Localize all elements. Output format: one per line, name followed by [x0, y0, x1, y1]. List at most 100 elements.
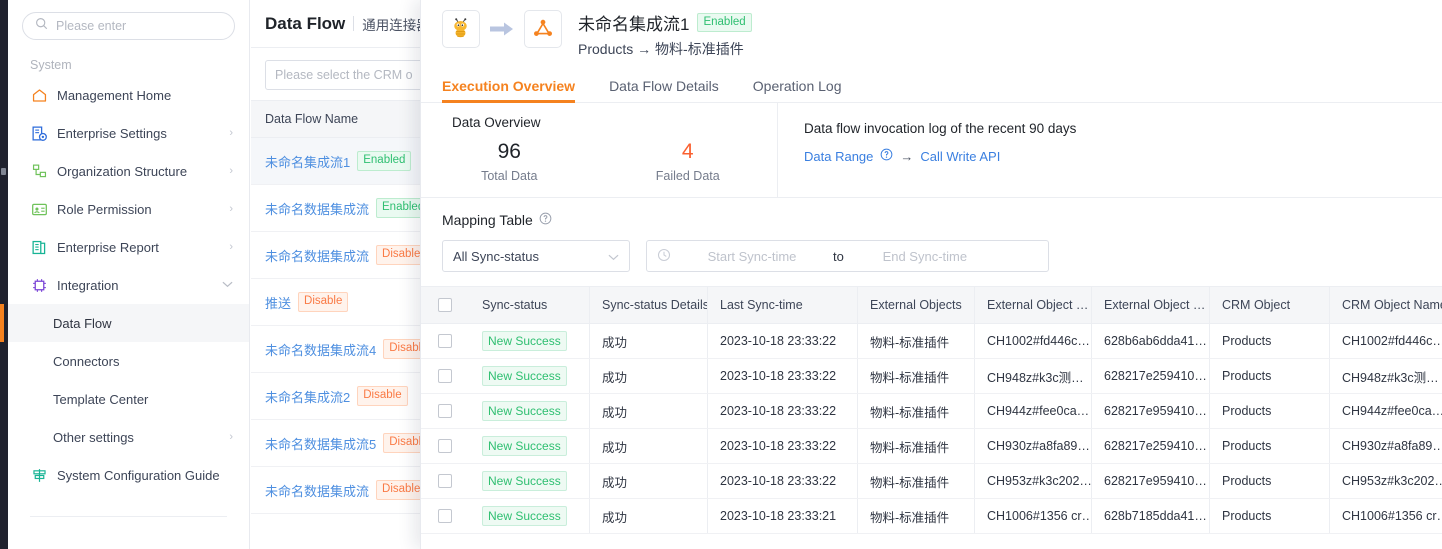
cell-crm-object: Products	[1210, 429, 1330, 463]
col-header-last-sync-time: Last Sync-time	[708, 286, 858, 324]
sidebar-item-role-permission[interactable]: Role Permission ›	[8, 190, 249, 228]
tab-operation-log[interactable]: Operation Log	[753, 78, 842, 102]
list-item[interactable]: 未命名数据集成流5 Disable	[251, 420, 442, 467]
cell-sync-status-details: 成功	[590, 324, 708, 358]
table-row[interactable]: New Success 成功 2023-10-18 23:33:21 物料-标准…	[420, 499, 1442, 534]
integration-icon	[30, 276, 48, 294]
sidebar-item-enterprise-report[interactable]: Enterprise Report ›	[8, 228, 249, 266]
list-item-name: 未命名数据集成流	[265, 199, 369, 218]
clock-icon	[657, 248, 671, 265]
sidebar-item-data-flow[interactable]: Data Flow	[8, 304, 249, 342]
list-item[interactable]: 未命名集成流1 Enabled	[251, 138, 442, 185]
failed-data-stat: 4 Failed Data	[599, 140, 778, 183]
config-guide-icon	[30, 466, 48, 484]
range-to-label: to	[833, 249, 844, 264]
cell-crm-object: Products	[1210, 359, 1330, 393]
cell-external-object-b: 628b6ab6dda41…	[1092, 324, 1210, 358]
enterprise-settings-icon	[30, 124, 48, 142]
cell-sync-status: New Success	[470, 429, 590, 463]
row-select-cell	[420, 464, 470, 498]
list-item[interactable]: 未命名集成流2 Disable	[251, 373, 442, 420]
cell-external-objects: 物料-标准插件	[858, 324, 975, 358]
select-all-checkbox[interactable]	[438, 298, 452, 312]
tab-data-flow-details[interactable]: Data Flow Details	[609, 78, 719, 102]
cell-external-object-b: 628b7185dda41…	[1092, 499, 1210, 533]
sidebar-item-integration[interactable]: Integration	[8, 266, 249, 304]
row-checkbox[interactable]	[438, 404, 452, 418]
cell-sync-status-details: 成功	[590, 429, 708, 463]
table-row[interactable]: New Success 成功 2023-10-18 23:33:22 物料-标准…	[420, 464, 1442, 499]
app-root: Please enter System Management Home	[0, 0, 1442, 549]
list-column-head-name: Data Flow Name	[251, 100, 442, 138]
sidebar-item-connectors[interactable]: Connectors	[8, 342, 249, 380]
question-circle-icon[interactable]	[880, 148, 893, 164]
mapping-filters: All Sync-status Start Sync-time to End S…	[442, 240, 1442, 272]
chevron-right-icon: ›	[229, 128, 233, 139]
sync-time-range-picker[interactable]: Start Sync-time to End Sync-time	[646, 240, 1049, 272]
crm-object-filter-input[interactable]: Please select the CRM o	[265, 60, 428, 90]
table-row[interactable]: New Success 成功 2023-10-18 23:33:22 物料-标准…	[420, 359, 1442, 394]
sync-status-badge: New Success	[482, 436, 567, 456]
cell-external-objects: 物料-标准插件	[858, 429, 975, 463]
list-item[interactable]: 推送 Disable	[251, 279, 442, 326]
cell-external-objects: 物料-标准插件	[858, 394, 975, 428]
sidebar-item-template-center[interactable]: Template Center	[8, 380, 249, 418]
list-column-header: Data Flow 通用连接器	[251, 0, 442, 48]
failed-data-value[interactable]: 4	[599, 140, 778, 164]
row-checkbox[interactable]	[438, 439, 452, 453]
list-item[interactable]: 未命名数据集成流 Disable	[251, 467, 442, 514]
row-select-cell	[420, 429, 470, 463]
question-circle-icon[interactable]	[539, 212, 552, 228]
cell-external-objects: 物料-标准插件	[858, 359, 975, 393]
panel-status-badge: Enabled	[697, 13, 751, 33]
row-checkbox[interactable]	[438, 474, 452, 488]
sync-status-select[interactable]: All Sync-status	[442, 240, 630, 272]
chevron-right-icon: ›	[229, 204, 233, 215]
start-sync-time-input[interactable]: Start Sync-time	[677, 249, 827, 264]
data-range-link[interactable]: Data Range	[804, 149, 873, 164]
end-sync-time-input[interactable]: End Sync-time	[850, 249, 1000, 264]
cell-crm-object-name: CH944z#fee0ca…	[1330, 394, 1442, 428]
rail-collapse-handle[interactable]	[1, 168, 6, 175]
table-row[interactable]: New Success 成功 2023-10-18 23:33:22 物料-标准…	[420, 429, 1442, 464]
search-icon	[35, 17, 48, 35]
cell-sync-status: New Success	[470, 359, 590, 393]
list-item[interactable]: 未命名数据集成流 Disable	[251, 232, 442, 279]
cell-crm-object: Products	[1210, 394, 1330, 428]
cell-sync-status: New Success	[470, 394, 590, 428]
panel-title: 未命名集成流1	[578, 10, 689, 35]
cell-external-object-b: 628217e959410…	[1092, 394, 1210, 428]
role-permission-icon	[30, 200, 48, 218]
cell-external-object-a: CH953z#k3c202…	[975, 464, 1092, 498]
list-item[interactable]: 未命名数据集成流4 Disable	[251, 326, 442, 373]
list-item[interactable]: 未命名数据集成流 Enabled	[251, 185, 442, 232]
sidebar-item-system-configuration-guide[interactable]: System Configuration Guide	[8, 456, 249, 494]
list-item-name: 未命名数据集成流	[265, 481, 369, 500]
tab-execution-overview[interactable]: Execution Overview	[442, 78, 575, 102]
search-input[interactable]: Please enter	[22, 12, 235, 40]
sidebar-item-organization-structure[interactable]: Organization Structure ›	[8, 152, 249, 190]
cell-external-object-a: CH930z#a8fa89…	[975, 429, 1092, 463]
search-placeholder: Please enter	[56, 19, 126, 33]
cell-external-objects: 物料-标准插件	[858, 499, 975, 533]
chevron-down-icon	[608, 249, 619, 264]
cell-external-objects: 物料-标准插件	[858, 464, 975, 498]
sidebar-item-other-settings[interactable]: Other settings ›	[8, 418, 249, 456]
call-write-api-link[interactable]: Call Write API	[920, 149, 1000, 164]
status-badge: Disable	[357, 386, 407, 406]
cell-crm-object-name: CH953z#k3c202…	[1330, 464, 1442, 498]
data-overview-card: Data Overview 96 Total Data 4 Failed Dat…	[420, 103, 778, 197]
table-row[interactable]: New Success 成功 2023-10-18 23:33:22 物料-标准…	[420, 394, 1442, 429]
sidebar-item-management-home[interactable]: Management Home	[8, 76, 249, 114]
panel-left-edge	[420, 0, 421, 549]
row-checkbox[interactable]	[438, 509, 452, 523]
enterprise-report-icon	[30, 238, 48, 256]
row-checkbox[interactable]	[438, 334, 452, 348]
data-flow-detail-panel: 未命名集成流1 Enabled Products → 物料-标准插件 Execu…	[420, 0, 1442, 549]
mapping-table: Sync-status Sync-status Details Last Syn…	[420, 286, 1442, 534]
cell-sync-status-details: 成功	[590, 464, 708, 498]
sidebar-item-enterprise-settings[interactable]: Enterprise Settings ›	[8, 114, 249, 152]
row-checkbox[interactable]	[438, 369, 452, 383]
table-row[interactable]: New Success 成功 2023-10-18 23:33:22 物料-标准…	[420, 324, 1442, 359]
sidebar: Please enter System Management Home	[8, 0, 250, 549]
